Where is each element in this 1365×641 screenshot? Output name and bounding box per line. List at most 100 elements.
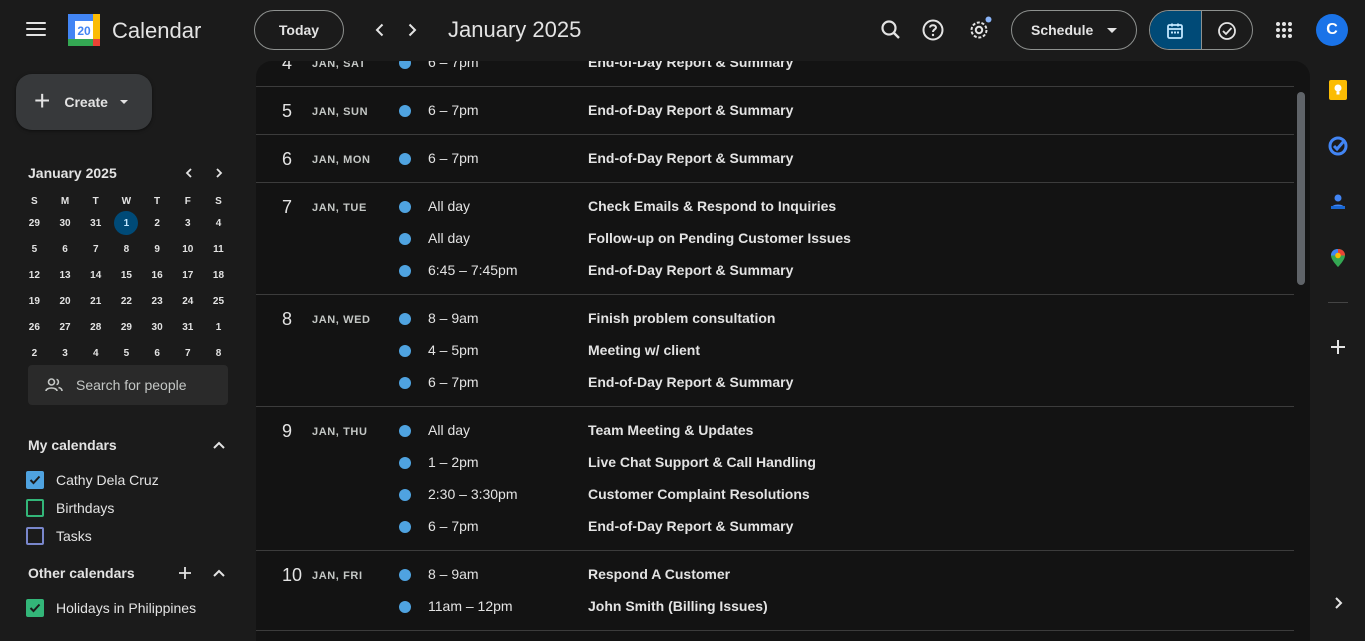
mini-calendar-day[interactable]: 23 [142, 296, 173, 307]
create-button[interactable]: + Create [16, 74, 152, 130]
tasks-icon[interactable] [1327, 135, 1349, 157]
view-selector-button[interactable]: Schedule [1011, 10, 1137, 50]
mini-calendar-day[interactable]: 11 [203, 244, 234, 255]
mini-calendar-day[interactable]: 14 [80, 270, 111, 281]
mini-calendar-day[interactable]: 20 [50, 296, 81, 307]
tasks-view-toggle[interactable] [1200, 11, 1252, 49]
other-calendars-header[interactable]: Other calendars [28, 564, 228, 582]
mini-calendar-day[interactable]: 8 [111, 244, 142, 255]
mini-calendar-day[interactable]: 1 [111, 211, 142, 235]
my-calendars-header[interactable]: My calendars [28, 436, 228, 454]
schedule-event[interactable]: 8 – 9am Respond A Customer [256, 559, 1294, 591]
mini-calendar-day[interactable]: 30 [50, 218, 81, 229]
mini-calendar-day[interactable]: 2 [19, 348, 50, 359]
mini-calendar-day-number: 8 [215, 347, 222, 359]
next-period-button[interactable] [400, 18, 424, 42]
mini-calendar-day[interactable]: 6 [50, 244, 81, 255]
mini-calendar-day[interactable]: 16 [142, 270, 173, 281]
chevron-up-icon[interactable] [210, 564, 228, 582]
schedule-event[interactable]: 1 – 2pm Live Chat Support & Call Handling [256, 447, 1294, 479]
mini-calendar-day[interactable]: 5 [19, 244, 50, 255]
mini-calendar-day[interactable]: 27 [50, 322, 81, 333]
mini-calendar-day[interactable]: 4 [203, 218, 234, 229]
calendar-item[interactable]: Tasks [26, 527, 92, 545]
mini-calendar-day[interactable]: 3 [50, 348, 81, 359]
mini-calendar-prev-button[interactable] [180, 164, 198, 182]
mini-calendar-day[interactable]: 3 [172, 218, 203, 229]
mini-calendar-day[interactable]: 8 [203, 348, 234, 359]
mini-calendar-day[interactable]: 28 [80, 322, 111, 333]
chevron-right-icon[interactable] [1327, 592, 1349, 614]
mini-calendar-day[interactable]: 10 [172, 244, 203, 255]
mini-calendar-day[interactable]: 15 [111, 270, 142, 281]
calendar-view-toggle[interactable] [1150, 11, 1201, 49]
calendar-logo-icon[interactable]: 20 [68, 14, 100, 46]
mini-calendar-day[interactable]: 12 [19, 270, 50, 281]
event-title: Team Meeting & Updates [588, 422, 754, 438]
settings-button[interactable] [965, 16, 993, 44]
add-other-calendar-icon[interactable] [176, 564, 194, 582]
mini-calendar-day[interactable]: 24 [172, 296, 203, 307]
mini-calendar-day[interactable]: 19 [19, 296, 50, 307]
search-button[interactable] [877, 16, 905, 44]
calendar-item[interactable]: Holidays in Philippines [26, 599, 196, 617]
app-title[interactable]: Calendar [112, 18, 201, 44]
chevron-up-icon[interactable] [210, 436, 228, 454]
search-people-field[interactable]: Search for people [28, 365, 228, 405]
event-time: 6 – 7pm [428, 374, 479, 390]
mini-calendar-day[interactable]: 29 [111, 322, 142, 333]
account-avatar[interactable]: C [1316, 14, 1348, 46]
today-button[interactable]: Today [254, 10, 344, 50]
mini-calendar-day[interactable]: 25 [203, 296, 234, 307]
mini-calendar-day[interactable]: 6 [142, 348, 173, 359]
schedule-event[interactable]: 6 – 7pm End-of-Day Report & Summary [256, 95, 1294, 127]
mini-calendar-day[interactable]: 7 [172, 348, 203, 359]
schedule-event[interactable]: 4 – 5pm Meeting w/ client [256, 335, 1294, 367]
calendar-checkbox[interactable] [26, 527, 44, 545]
mini-calendar-day[interactable]: 30 [142, 322, 173, 333]
help-button[interactable] [919, 16, 947, 44]
mini-calendar-day[interactable]: 31 [80, 218, 111, 229]
schedule-event[interactable]: 8 – 9am Finish problem consultation [256, 303, 1294, 335]
schedule-event[interactable]: All day Follow-up on Pending Customer Iss… [256, 223, 1294, 255]
calendar-checkbox[interactable] [26, 471, 44, 489]
schedule-event[interactable]: 6 – 7pm End-of-Day Report & Summary [256, 511, 1294, 543]
schedule-event[interactable]: 6 – 7pm End-of-Day Report & Summary [256, 143, 1294, 175]
schedule-scrollbar[interactable] [1297, 92, 1305, 285]
mini-calendar-day[interactable]: 13 [50, 270, 81, 281]
schedule-event[interactable]: 6:45 – 7:45pm End-of-Day Report & Summary [256, 255, 1294, 287]
mini-calendar-day[interactable]: 18 [203, 270, 234, 281]
schedule-event[interactable]: 6 – 7pm End-of-Day Report & Summary [256, 61, 1294, 79]
keep-icon[interactable] [1327, 79, 1349, 101]
calendar-checkbox[interactable] [26, 499, 44, 517]
mini-calendar-day[interactable]: 22 [111, 296, 142, 307]
contacts-icon[interactable] [1327, 191, 1349, 213]
google-apps-button[interactable] [1270, 16, 1298, 44]
mini-calendar-day[interactable]: 26 [19, 322, 50, 333]
schedule-event[interactable]: All day Check Emails & Respond to Inquiri… [256, 191, 1294, 223]
mini-calendar-day[interactable]: 9 [142, 244, 173, 255]
mini-calendar-day[interactable]: 2 [142, 218, 173, 229]
schedule-event[interactable]: All day Team Meeting & Updates [256, 415, 1294, 447]
mini-calendar-next-button[interactable] [210, 164, 228, 182]
schedule-event[interactable]: 6 – 7pm End-of-Day Report & Summary [256, 367, 1294, 399]
mini-calendar-day[interactable]: 4 [80, 348, 111, 359]
calendar-item[interactable]: Birthdays [26, 499, 114, 517]
maps-icon[interactable] [1327, 247, 1349, 269]
mini-calendar-day[interactable]: 1 [203, 322, 234, 333]
add-addon-icon[interactable] [1327, 336, 1349, 358]
calendar-checkbox[interactable] [26, 599, 44, 617]
mini-calendar-day[interactable]: 29 [19, 218, 50, 229]
mini-calendar-day[interactable]: 21 [80, 296, 111, 307]
mini-calendar-day[interactable]: 17 [172, 270, 203, 281]
main-menu-button[interactable] [22, 18, 50, 42]
menu-icon-line [26, 34, 46, 36]
event-title: Finish problem consultation [588, 310, 776, 326]
mini-calendar-day[interactable]: 7 [80, 244, 111, 255]
mini-calendar-day[interactable]: 31 [172, 322, 203, 333]
schedule-event[interactable]: 11am – 12pm John Smith (Billing Issues) [256, 591, 1294, 623]
mini-calendar-day[interactable]: 5 [111, 348, 142, 359]
schedule-event[interactable]: 2:30 – 3:30pm Customer Complaint Resoluti… [256, 479, 1294, 511]
previous-period-button[interactable] [368, 18, 392, 42]
calendar-item[interactable]: Cathy Dela Cruz [26, 471, 159, 489]
